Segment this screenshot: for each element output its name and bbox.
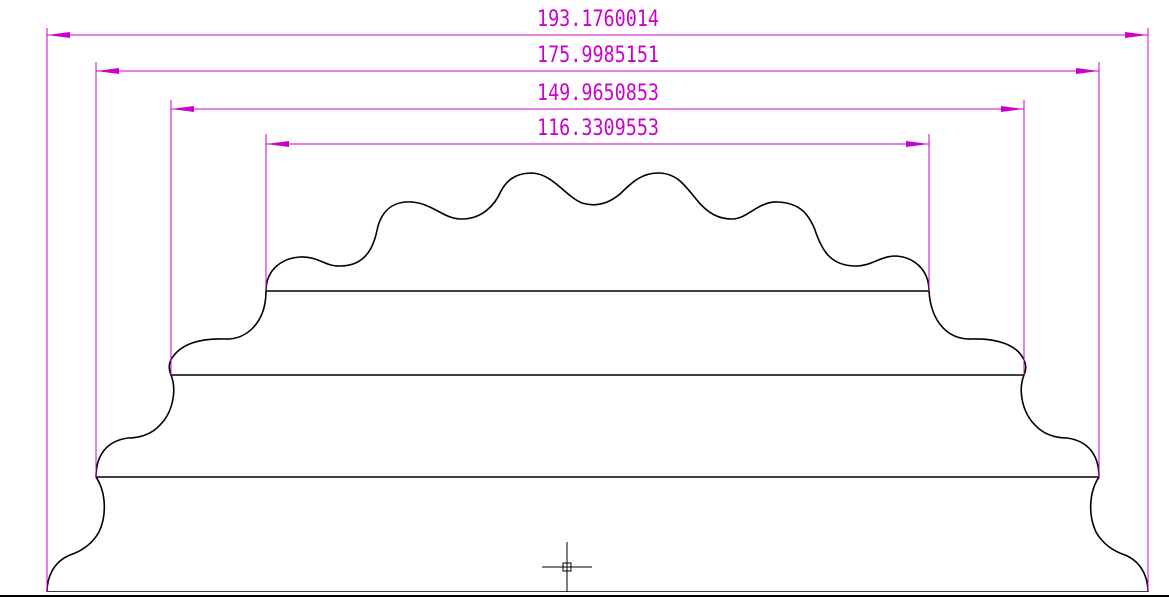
dim-1-label: 193.1760014 bbox=[537, 7, 659, 32]
dim-3-label: 149.9650853 bbox=[537, 81, 659, 106]
dim-2-label: 175.9985151 bbox=[537, 43, 659, 68]
dim-4-label: 116.3309553 bbox=[537, 116, 659, 141]
cad-drawing-canvas[interactable]: 193.1760014 175.9985151 149.9650853 116.… bbox=[0, 0, 1169, 598]
